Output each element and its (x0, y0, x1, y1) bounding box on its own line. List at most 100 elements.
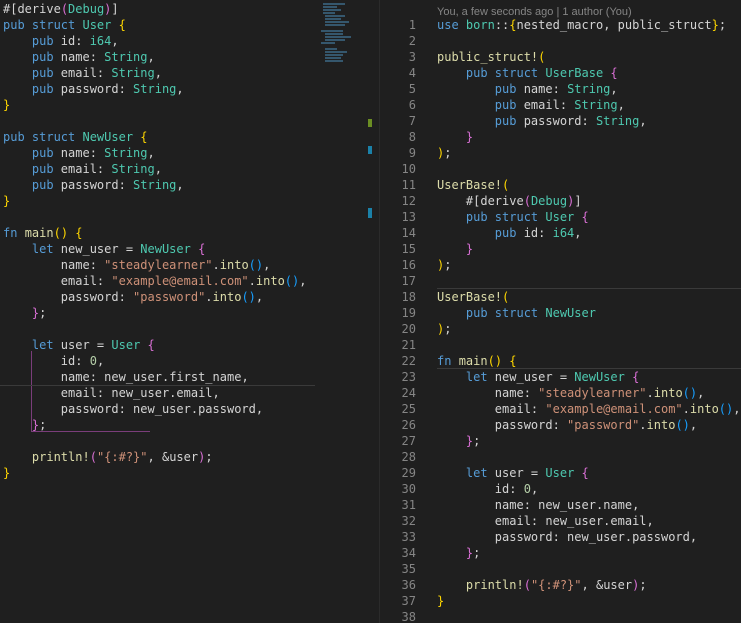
code-line[interactable]: 22 fn main() { (380, 353, 741, 369)
code-line[interactable]: 13 pub struct User { (380, 209, 741, 225)
code-line[interactable]: 9); (380, 145, 741, 161)
code-line[interactable]: 10 (380, 161, 741, 177)
code-line[interactable]: fn main() { (3, 225, 315, 241)
code-line[interactable]: 19 pub struct NewUser (380, 305, 741, 321)
code-token: , (154, 162, 162, 176)
code-line[interactable]: 5 pub name: String, (380, 81, 741, 97)
code-token: ] (574, 194, 582, 208)
code-token: pub (3, 146, 61, 160)
code-content: pub password: String, (437, 113, 647, 129)
code-line[interactable]: 6 pub email: String, (380, 97, 741, 113)
line-number: 2 (408, 34, 416, 48)
code-token: into (255, 274, 285, 288)
code-token: email (3, 274, 97, 288)
code-line[interactable]: 23 let new_user = NewUser { (380, 369, 741, 385)
code-line[interactable]: 34 }; (380, 545, 741, 561)
code-line[interactable]: 14 pub id: i64, (380, 225, 741, 241)
code-line[interactable]: 26 password: "password".into(), (380, 417, 741, 433)
code-line[interactable]: #[derive(Debug)] (3, 1, 315, 17)
code-line[interactable]: 2 (380, 33, 741, 49)
code-token: { (198, 242, 206, 256)
code-line[interactable]: 33 password: new_user.password, (380, 529, 741, 545)
code-line[interactable]: 7 pub password: String, (380, 113, 741, 129)
code-token: pub (437, 66, 495, 80)
code-token: nested_macro (516, 18, 604, 32)
code-content: } (437, 241, 473, 257)
code-line[interactable]: 17 (380, 273, 741, 289)
code-token: , (689, 530, 698, 544)
code-line[interactable]: password: "password".into(), (3, 289, 315, 305)
code-line[interactable]: 20); (380, 321, 741, 337)
code-content: pub struct NewUser (437, 305, 596, 321)
code-line[interactable]: pub email: String, (3, 161, 315, 177)
code-token: : (96, 66, 112, 80)
code-line[interactable]: 31 name: new_user.name, (380, 497, 741, 513)
code-token: ; (718, 18, 727, 32)
right-editor-pane[interactable]: You, a few seconds ago | 1 author (You) … (380, 0, 741, 623)
code-line[interactable]: } (3, 465, 315, 481)
code-line[interactable]: 3 public_struct!( (380, 49, 741, 65)
code-line[interactable]: 38 (380, 609, 741, 623)
code-line[interactable]: pub name: String, (3, 49, 315, 65)
code-token: into (653, 386, 683, 400)
code-line[interactable]: 8 } (380, 129, 741, 145)
code-line[interactable]: println!("{:#?}", &user); (3, 449, 315, 465)
code-token: { (75, 226, 83, 240)
code-line[interactable]: 15 } (380, 241, 741, 257)
code-token: , (530, 482, 539, 496)
line-number: 33 (401, 530, 416, 544)
code-token: pub (3, 178, 61, 192)
code-line[interactable] (3, 113, 315, 129)
code-line[interactable]: 32 email: new_user.email, (380, 513, 741, 529)
code-line[interactable]: 29 let user = User { (380, 465, 741, 481)
code-line[interactable]: 36 println!("{:#?}", &user); (380, 577, 741, 593)
code-line[interactable]: }; (3, 305, 315, 321)
code-content: } (437, 593, 444, 609)
code-line[interactable]: 24 name: "steadylearner".into(), (380, 385, 741, 401)
code-line[interactable] (3, 321, 315, 337)
code-token: , (639, 114, 647, 128)
code-line[interactable]: } (3, 97, 315, 113)
code-line[interactable]: 1 use born::{nested_macro, public_struct}… (380, 17, 741, 33)
code-line[interactable]: pub struct NewUser { (3, 129, 315, 145)
code-line[interactable]: 25 email: "example@email.com".into(), (380, 401, 741, 417)
code-line[interactable]: pub id: i64, (3, 33, 315, 49)
code-line[interactable]: pub name: String, (3, 145, 315, 161)
code-line[interactable]: 30 id: 0, (380, 481, 741, 497)
code-line[interactable]: 18 UserBase!( (380, 289, 741, 305)
code-token: : (530, 514, 546, 528)
code-line[interactable]: pub struct User { (3, 17, 315, 33)
code-line[interactable]: 21 (380, 337, 741, 353)
code-token: #[ (437, 194, 481, 208)
code-token: derive (17, 2, 61, 16)
overview-ruler[interactable] (367, 0, 379, 623)
code-token: email (610, 514, 647, 528)
left-editor-pane[interactable]: #[derive(Debug)] pub struct User { pub id… (0, 0, 315, 623)
line-number: 11 (401, 178, 416, 192)
code-line[interactable]: email: "example@email.com".into(), (3, 273, 315, 289)
minimap[interactable] (315, 0, 367, 623)
code-line[interactable] (3, 209, 315, 225)
code-line[interactable]: 16); (380, 257, 741, 273)
code-token: } (711, 18, 719, 32)
code-line[interactable]: 37} (380, 593, 741, 609)
minimap-line (325, 57, 341, 59)
code-line[interactable]: 28 (380, 449, 741, 465)
code-line[interactable]: 12 #[derive(Debug)] (380, 193, 741, 209)
code-line[interactable]: pub password: String, (3, 177, 315, 193)
code-line[interactable]: } (3, 193, 315, 209)
code-line[interactable]: let new_user = NewUser { (3, 241, 315, 257)
code-line[interactable]: name: "steadylearner".into(), (3, 257, 315, 273)
code-line[interactable]: 27 }; (380, 433, 741, 449)
code-token: () (487, 354, 503, 368)
line-number: 14 (401, 226, 416, 240)
code-line[interactable]: 35 (380, 561, 741, 577)
code-line[interactable]: 4 pub struct UserBase { (380, 65, 741, 81)
code-token: password (198, 402, 256, 416)
code-token: } (437, 242, 474, 256)
code-line[interactable]: pub password: String, (3, 81, 315, 97)
code-line[interactable]: 11 UserBase!( (380, 177, 741, 193)
code-token: String (133, 82, 177, 96)
code-line[interactable] (3, 433, 315, 449)
code-line[interactable]: pub email: String, (3, 65, 315, 81)
